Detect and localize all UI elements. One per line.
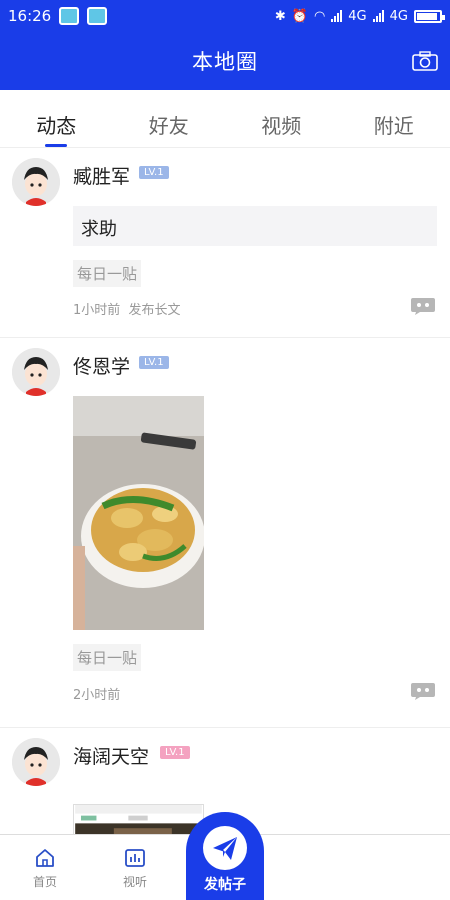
post-content[interactable]: 求助 [73, 206, 437, 246]
status-time: 16:26 [8, 7, 52, 25]
post-image[interactable] [73, 804, 204, 834]
create-post-button[interactable]: 发帖子 [186, 812, 264, 900]
status-left: 16:26 [8, 7, 108, 25]
video-chart-icon [125, 849, 145, 867]
tab-nearby[interactable]: 附近 [338, 90, 450, 147]
home-icon [36, 849, 54, 867]
message-notification-icon [59, 7, 80, 25]
tab-video[interactable]: 视频 [225, 90, 338, 147]
feed-post[interactable]: 佟恩学 LV.1 每日一贴 2小时前 [0, 338, 450, 728]
screen: 16:26 ✱ ⏰ ◠ 4G 4G 本地圈 动态 好友 视频 附近 臧胜军 LV… [0, 0, 450, 900]
post-tag[interactable]: 每日一贴 [73, 644, 142, 671]
tab-bar: 动态 好友 视频 附近 [0, 90, 450, 148]
level-badge: LV.1 [160, 746, 190, 759]
page-title: 本地圈 [192, 50, 258, 74]
paper-plane-icon [213, 837, 237, 860]
post-username[interactable]: 海阔天空 [73, 742, 149, 769]
nav-home-label: 首页 [32, 875, 57, 889]
nav-video-label: 视听 [122, 875, 147, 889]
tab-friends[interactable]: 好友 [113, 90, 226, 147]
network-label-2: 4G [389, 8, 408, 24]
nav-video[interactable]: 视听 [90, 835, 180, 900]
signal-icon-2 [372, 10, 384, 22]
nav-home[interactable]: 首页 [0, 835, 90, 900]
post-username[interactable]: 佟恩学 [73, 352, 130, 379]
level-badge: LV.1 [139, 356, 169, 369]
avatar[interactable] [12, 348, 60, 396]
header-bar: 本地圈 [0, 32, 450, 90]
signal-icon [331, 10, 343, 22]
alarm-icon: ⏰ [291, 8, 308, 24]
scan-notification-icon [87, 7, 108, 25]
level-badge: LV.1 [139, 166, 169, 179]
post-time: 2小时前 [73, 688, 121, 703]
comment-icon[interactable] [410, 296, 436, 316]
status-bar: 16:26 ✱ ⏰ ◠ 4G 4G [0, 0, 450, 32]
post-tag[interactable]: 每日一贴 [73, 260, 142, 287]
comment-icon[interactable] [410, 681, 436, 701]
post-extra: 发布长文 [128, 303, 181, 318]
camera-icon[interactable] [412, 51, 438, 71]
network-label-1: 4G [348, 8, 367, 24]
status-right: ✱ ⏰ ◠ 4G 4G [274, 8, 445, 24]
post-username[interactable]: 臧胜军 [73, 162, 130, 189]
create-post-label: 发帖子 [204, 877, 246, 893]
avatar[interactable] [12, 738, 60, 786]
post-time: 1小时前 发布长文 [73, 299, 181, 318]
tab-dynamic[interactable]: 动态 [0, 90, 113, 147]
bluetooth-icon: ✱ [274, 8, 286, 24]
wifi-icon: ◠ [313, 8, 326, 24]
avatar[interactable] [12, 158, 60, 206]
post-image[interactable] [73, 396, 204, 630]
post-time-value: 1小时前 [73, 303, 121, 318]
feed-list[interactable]: 臧胜军 LV.1 求助 每日一贴 1小时前 发布长文 佟恩学 LV.1 每日一贴… [0, 148, 450, 834]
battery-icon [414, 9, 445, 23]
post-button-circle [203, 826, 247, 870]
feed-post[interactable]: 臧胜军 LV.1 求助 每日一贴 1小时前 发布长文 [0, 148, 450, 338]
